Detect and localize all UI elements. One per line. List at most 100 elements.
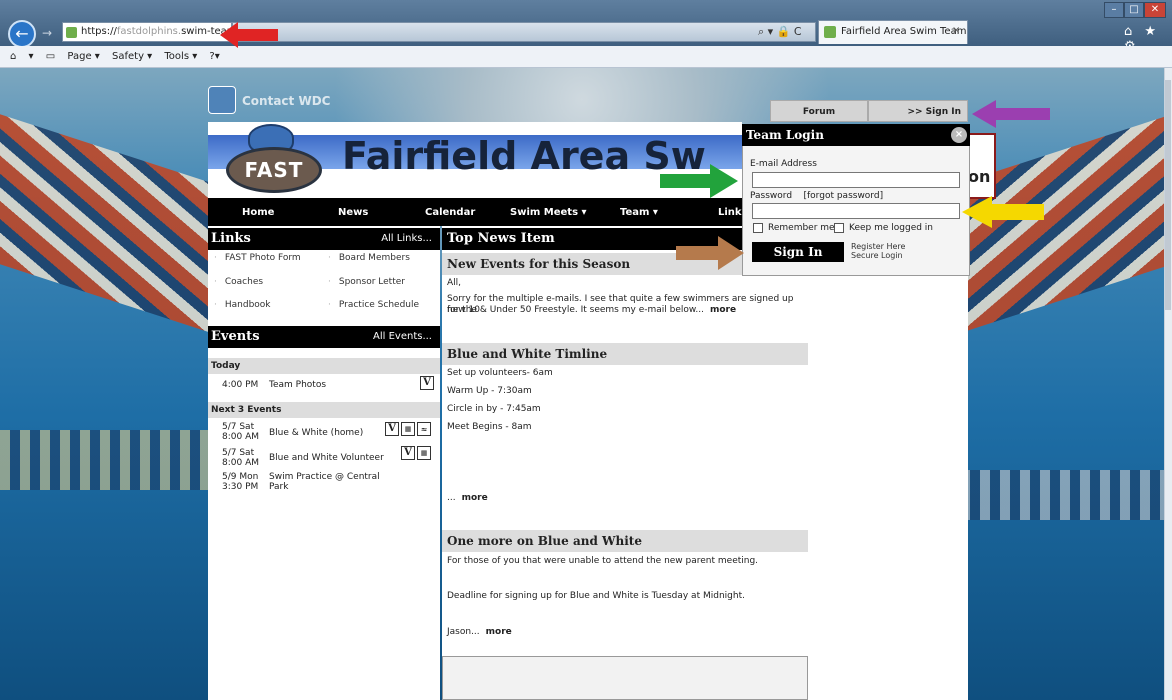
email-label: E-mail Address	[750, 159, 817, 169]
browser-tab[interactable]: Fairfield Area Swim Team	[818, 20, 968, 44]
remember-me-checkbox[interactable]	[753, 223, 763, 233]
brown-arrow	[676, 236, 744, 270]
contact-link[interactable]: Contact WDC	[242, 94, 330, 108]
today-event-name[interactable]: Team Photos	[269, 380, 326, 390]
results-icon[interactable]: ▦	[401, 422, 415, 436]
address-bar-filler	[232, 22, 816, 42]
left-column: Links All Links... FAST Photo Form Board …	[208, 226, 440, 700]
email-field[interactable]	[752, 172, 960, 188]
news-text: new 10& Under 50 Freestyle. It seems my …	[447, 305, 704, 315]
site-title: Fairfield Area Sw	[342, 134, 706, 178]
register-link[interactable]: Register Here	[851, 242, 905, 251]
event-name[interactable]: Blue and White Volunteer	[269, 453, 384, 463]
more-link[interactable]: more	[710, 305, 736, 315]
volunteer-icon[interactable]: V	[401, 446, 415, 460]
news-text: ...	[447, 493, 456, 503]
more-link[interactable]: more	[462, 493, 488, 503]
event-time: 8:00 AM	[222, 432, 259, 442]
today-bar: Today	[208, 358, 440, 374]
maximize-button[interactable]: □	[1124, 2, 1144, 18]
all-links-link[interactable]: All Links...	[381, 228, 432, 250]
help-menu[interactable]: ?▾	[209, 51, 219, 62]
news-embed-box	[442, 656, 808, 700]
address-bar[interactable]: https://fastdolphins.swim-team.us/	[62, 22, 232, 42]
all-events-link[interactable]: All Events...	[373, 326, 432, 348]
news-text: Circle in by - 7:45am	[447, 404, 541, 414]
news-text: Set up volunteers- 6am	[447, 368, 553, 378]
forward-button[interactable]: →	[42, 26, 56, 40]
password-label-row: Password [forgot password]	[750, 191, 883, 201]
events-header: Events All Events...	[208, 326, 440, 348]
command-bar: ⌂ ▾ ▭ Page ▾ Safety ▾ Tools ▾ ?▾	[0, 46, 1172, 68]
link-fast-photo-form[interactable]: FAST Photo Form	[214, 253, 301, 263]
link-practice-schedule[interactable]: Practice Schedule	[328, 300, 419, 310]
nav-calendar[interactable]: Calendar	[425, 207, 475, 218]
nav-news[interactable]: News	[338, 207, 368, 218]
tools-menu[interactable]: Tools ▾	[164, 51, 197, 62]
volunteer-icon[interactable]: V	[385, 422, 399, 436]
results-icon[interactable]: ▦	[417, 446, 431, 460]
red-arrow	[220, 22, 278, 48]
news-item-title[interactable]: One more on Blue and White	[442, 530, 808, 552]
news-text: Warm Up - 7:30am	[447, 386, 532, 396]
news-text-last: Jason... more	[447, 627, 803, 638]
safety-menu[interactable]: Safety ▾	[112, 51, 152, 62]
link-board-members[interactable]: Board Members	[328, 253, 410, 263]
page-menu[interactable]: Page ▾	[67, 51, 99, 62]
team-login-title: Team Login	[742, 124, 970, 146]
swimmer-icon[interactable]: ≈	[417, 422, 431, 436]
event-time: 3:30 PM	[222, 482, 259, 492]
link-sponsor-letter[interactable]: Sponsor Letter	[328, 277, 405, 287]
news-text: All,	[447, 278, 462, 288]
link-handbook[interactable]: Handbook	[214, 300, 271, 310]
mail-icon[interactable]	[208, 86, 236, 114]
lane-rope-right-lower	[960, 470, 1164, 520]
nav-swim-meets[interactable]: Swim Meets ▾	[510, 207, 587, 218]
events-title: Events	[211, 329, 260, 344]
scrollbar-thumb[interactable]	[1165, 80, 1171, 310]
close-window-button[interactable]: ✕	[1144, 2, 1166, 18]
register-links: Register Here Secure Login	[851, 242, 905, 260]
tab-favicon-icon	[824, 26, 836, 38]
next-events-bar: Next 3 Events	[208, 402, 440, 418]
right-column	[808, 226, 968, 700]
search-refresh-icons[interactable]: ⌕ ▾ 🔒 C	[758, 25, 802, 39]
yellow-arrow	[962, 196, 1044, 228]
nav-team[interactable]: Team ▾	[620, 207, 658, 218]
forgot-password-link[interactable]: [forgot password]	[804, 191, 884, 201]
news-text-last: ... more	[447, 493, 803, 504]
forum-tab[interactable]: Forum	[770, 100, 868, 122]
more-link[interactable]: more	[486, 627, 512, 637]
tab-close-icon[interactable]: ×	[952, 25, 960, 36]
home-icon[interactable]: ⌂	[10, 51, 16, 62]
minimize-button[interactable]: –	[1104, 2, 1124, 18]
event-date: 5/9 Mon	[222, 472, 259, 482]
event-name-cont[interactable]: Park	[269, 482, 288, 492]
back-button[interactable]: ←	[8, 20, 36, 48]
event-name[interactable]: Swim Practice @ Central	[269, 472, 380, 482]
site-logo[interactable]: FAST	[226, 147, 322, 193]
news-item-title[interactable]: Blue and White Timline	[442, 343, 808, 365]
window-controls: – □ ✕	[1104, 2, 1168, 18]
links-header: Links All Links...	[208, 228, 440, 250]
news-text-last: new 10& Under 50 Freestyle. It seems my …	[447, 305, 803, 316]
print-icon[interactable]: ▭	[46, 51, 55, 62]
volunteer-icon[interactable]: V	[420, 376, 434, 390]
event-name[interactable]: Blue & White (home)	[269, 428, 363, 438]
sign-in-button[interactable]: Sign In	[752, 242, 844, 262]
feeds-dropdown[interactable]: ▾	[29, 51, 34, 62]
link-coaches[interactable]: Coaches	[214, 277, 263, 287]
nav-home[interactable]: Home	[242, 207, 274, 218]
lane-rope-left-lower	[0, 430, 210, 490]
keep-logged-in-checkbox[interactable]	[834, 223, 844, 233]
sign-in-tab[interactable]: >> Sign In	[868, 100, 968, 122]
site-favicon-icon	[66, 27, 77, 38]
password-field[interactable]	[752, 203, 960, 219]
remember-me-label: Remember me	[768, 223, 835, 233]
news-text: Deadline for signing up for Blue and Whi…	[447, 591, 745, 601]
password-label: Password	[750, 191, 793, 201]
secure-login-link[interactable]: Secure Login	[851, 251, 905, 260]
purple-arrow	[972, 100, 1050, 128]
close-icon[interactable]: ×	[951, 127, 967, 143]
main-nav: Home News Calendar Swim Meets ▾ Team ▾ L…	[208, 198, 748, 226]
